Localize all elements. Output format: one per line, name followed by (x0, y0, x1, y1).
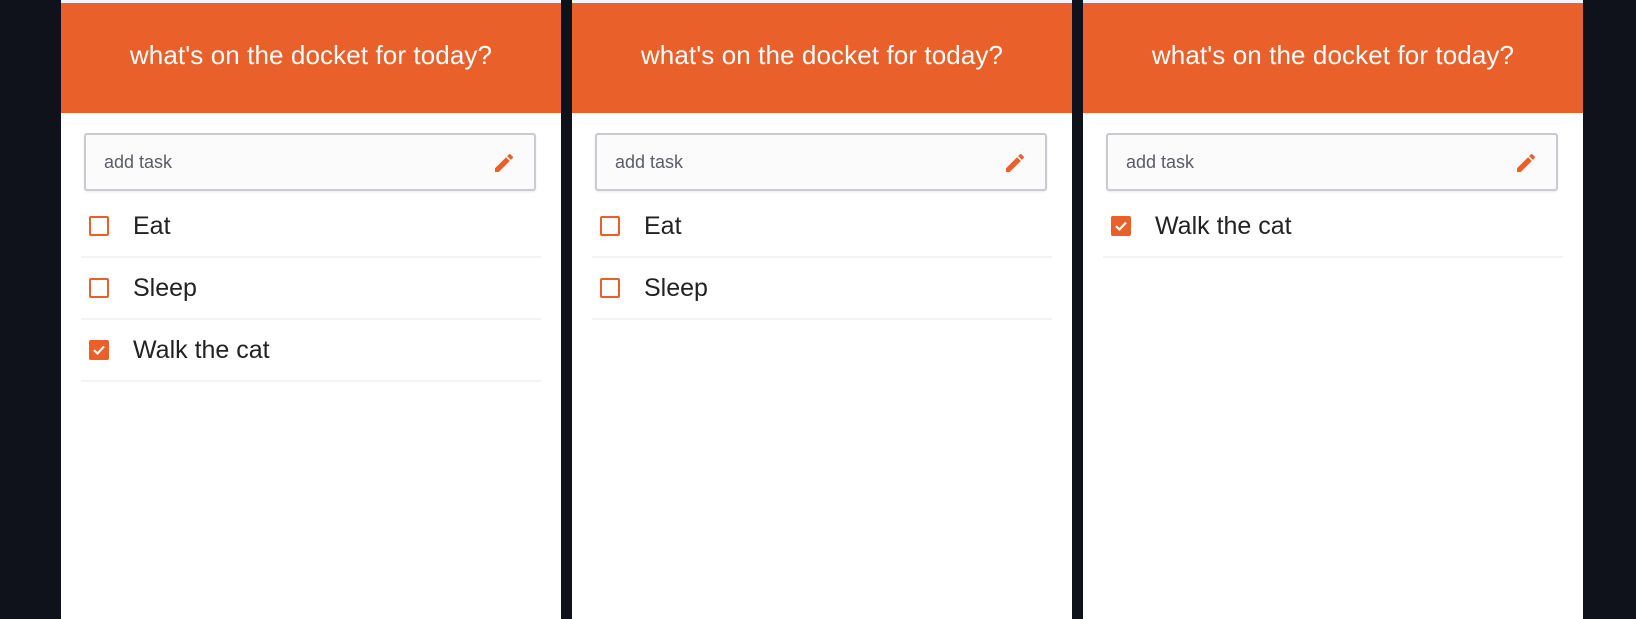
task-item[interactable]: Walk the cat (1103, 196, 1563, 258)
task-label: Eat (644, 211, 682, 240)
header-title: what's on the docket for today? (640, 39, 1004, 70)
todo-app-panel-3: what's on the docket for today? Walk the… (1083, 0, 1583, 619)
header-title: what's on the docket for today? (1151, 39, 1515, 70)
app-header: what's on the docket for today? (1083, 3, 1583, 113)
task-label: Walk the cat (133, 335, 270, 364)
task-checkbox[interactable] (1111, 216, 1131, 236)
task-label: Sleep (133, 273, 197, 302)
task-checkbox[interactable] (89, 278, 109, 298)
add-task-input[interactable] (597, 135, 995, 189)
task-list: Walk the cat (1103, 196, 1563, 258)
app-header: what's on the docket for today? (572, 3, 1072, 113)
app-header: what's on the docket for today? (61, 3, 561, 113)
task-list: Eat Sleep (592, 196, 1052, 320)
pencil-icon[interactable] (1003, 151, 1027, 175)
task-item[interactable]: Walk the cat (81, 320, 541, 382)
add-task-field (84, 133, 536, 191)
pencil-icon[interactable] (1514, 151, 1538, 175)
task-item[interactable]: Eat (592, 196, 1052, 258)
screenshot-stage: what's on the docket for today? Eat (0, 0, 1636, 619)
task-checkbox[interactable] (600, 278, 620, 298)
todo-app-panel-1: what's on the docket for today? Eat (61, 0, 561, 619)
task-checkbox[interactable] (89, 216, 109, 236)
task-label: Sleep (644, 273, 708, 302)
pencil-icon[interactable] (492, 151, 516, 175)
task-checkbox[interactable] (600, 216, 620, 236)
add-task-field (595, 133, 1047, 191)
task-label: Eat (133, 211, 171, 240)
task-checkbox[interactable] (89, 340, 109, 360)
add-task-field (1106, 133, 1558, 191)
task-list: Eat Sleep Walk the cat (81, 196, 541, 382)
task-label: Walk the cat (1155, 211, 1292, 240)
task-item[interactable]: Sleep (81, 258, 541, 320)
todo-app-panel-2: what's on the docket for today? Eat (572, 0, 1072, 619)
header-title: what's on the docket for today? (129, 39, 493, 70)
add-task-input[interactable] (1108, 135, 1506, 189)
task-item[interactable]: Sleep (592, 258, 1052, 320)
add-task-input[interactable] (86, 135, 484, 189)
task-item[interactable]: Eat (81, 196, 541, 258)
